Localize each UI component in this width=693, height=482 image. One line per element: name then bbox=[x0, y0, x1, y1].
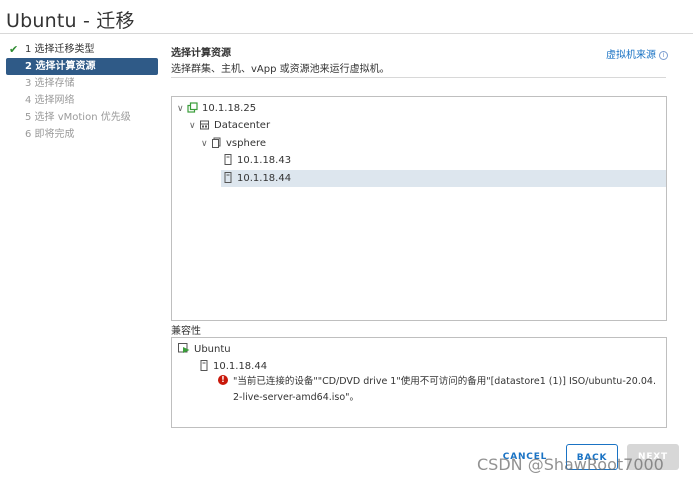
host-icon bbox=[223, 172, 233, 189]
step-1[interactable]: ✔ 1 选择迁移类型 bbox=[6, 41, 158, 58]
compat-host-label: 10.1.18.44 bbox=[213, 361, 268, 372]
step-4: 4 选择网络 bbox=[6, 92, 158, 109]
tree-node-datacenter[interactable]: ∨ Datacenter bbox=[189, 117, 663, 134]
wizard-steps: ✔ 1 选择迁移类型 2 选择计算资源 3 选择存储 4 选择网络 5 选择 v… bbox=[6, 41, 158, 143]
tree-node-vcenter[interactable]: ∨ 10.1.18.25 bbox=[177, 100, 663, 117]
vm-origin-label: 虚拟机来源 bbox=[606, 50, 656, 61]
datacenter-icon bbox=[199, 119, 210, 136]
chevron-down-icon[interactable]: ∨ bbox=[201, 136, 211, 153]
vm-origin-link[interactable]: 虚拟机来源 i bbox=[606, 46, 668, 61]
tree-node-host-1[interactable]: 10.1.18.43 bbox=[223, 152, 663, 169]
step-2-label: 2 选择计算资源 bbox=[25, 61, 96, 72]
tree-node-host-2[interactable]: 10.1.18.44 bbox=[221, 170, 666, 187]
step-5-label: 5 选择 vMotion 优先级 bbox=[25, 112, 131, 123]
compatibility-label: 兼容性 bbox=[171, 326, 201, 337]
vcenter-label: 10.1.18.25 bbox=[202, 103, 257, 114]
window-title: Ubuntu - 迁移 bbox=[6, 10, 135, 32]
step-2[interactable]: 2 选择计算资源 bbox=[6, 58, 158, 75]
cluster-label: vsphere bbox=[226, 138, 267, 149]
compatibility-panel: Ubuntu 10.1.18.44 ! "当前已连接的设备""CD/DVD dr… bbox=[171, 337, 667, 428]
step-3: 3 选择存储 bbox=[6, 75, 158, 92]
host-1-label: 10.1.18.43 bbox=[237, 155, 292, 166]
vm-icon bbox=[178, 343, 190, 357]
chevron-down-icon[interactable]: ∨ bbox=[189, 118, 199, 135]
step-4-label: 4 选择网络 bbox=[25, 95, 75, 106]
compat-vm-label: Ubuntu bbox=[194, 344, 231, 355]
tree-node-cluster[interactable]: ∨ vsphere bbox=[201, 135, 663, 152]
step-1-label: 1 选择迁移类型 bbox=[25, 44, 95, 55]
check-icon: ✔ bbox=[9, 43, 19, 56]
step-6: 6 即将完成 bbox=[6, 126, 158, 143]
section-title: 选择计算资源 bbox=[171, 48, 231, 59]
chevron-down-icon[interactable]: ∨ bbox=[177, 101, 187, 118]
section-description: 选择群集、主机、vApp 或资源池来运行虚拟机。 bbox=[171, 64, 390, 75]
compat-host-row: 10.1.18.44 bbox=[199, 360, 267, 374]
compute-resource-tree: ∨ 10.1.18.25 ∨ Datacenter ∨ vsphere 10.1.18… bbox=[171, 96, 667, 321]
cluster-icon bbox=[211, 137, 222, 154]
host-icon bbox=[223, 154, 233, 171]
compat-error-message: "当前已连接的设备""CD/DVD drive 1"使用不可访问的备用"[dat… bbox=[233, 376, 656, 403]
error-icon: ! bbox=[218, 375, 228, 385]
step-6-label: 6 即将完成 bbox=[25, 129, 75, 140]
info-icon[interactable]: i bbox=[659, 51, 668, 60]
datacenter-label: Datacenter bbox=[214, 120, 271, 131]
csdn-watermark: CSDN @ShawRoot7000 bbox=[477, 455, 664, 474]
step-5: 5 选择 vMotion 优先级 bbox=[6, 109, 158, 126]
header-divider bbox=[171, 77, 666, 78]
step-3-label: 3 选择存储 bbox=[25, 78, 75, 89]
title-divider bbox=[0, 33, 693, 34]
compat-vm-row: Ubuntu bbox=[178, 343, 231, 357]
host-2-label: 10.1.18.44 bbox=[237, 173, 292, 184]
host-icon bbox=[199, 360, 209, 374]
